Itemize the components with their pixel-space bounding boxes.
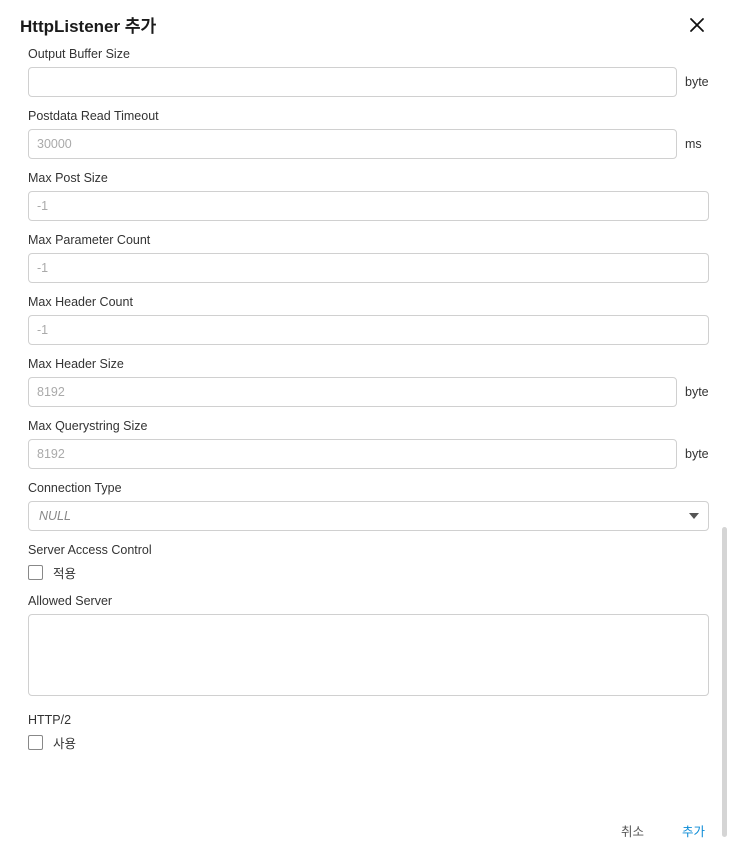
field-max-post-size: Max Post Size — [28, 171, 709, 221]
postdata-read-timeout-input[interactable] — [28, 129, 677, 159]
http-listener-dialog: HttpListener 추가 Output Buffer Size byte … — [0, 0, 729, 844]
dialog-title: HttpListener 추가 — [20, 12, 156, 37]
max-querystring-size-input[interactable] — [28, 439, 677, 469]
field-output-buffer-size: Output Buffer Size byte — [28, 47, 709, 97]
select-value: NULL — [39, 509, 71, 523]
field-label: Connection Type — [28, 481, 709, 495]
input-row: byte — [28, 377, 709, 407]
unit-label: ms — [685, 137, 709, 151]
input-row — [28, 253, 709, 283]
allowed-server-textarea[interactable] — [28, 614, 709, 696]
field-label: Max Header Size — [28, 357, 709, 371]
close-button[interactable] — [685, 13, 709, 37]
cancel-button[interactable]: 취소 — [617, 819, 648, 842]
checkbox-row: 사용 — [28, 733, 709, 752]
close-icon — [689, 21, 705, 36]
checkbox-label: 적용 — [53, 563, 76, 582]
max-post-size-input[interactable] — [28, 191, 709, 221]
scrollbar-thumb[interactable] — [722, 527, 727, 837]
field-label: Max Querystring Size — [28, 419, 709, 433]
field-label: Allowed Server — [28, 594, 709, 608]
dialog-content: Output Buffer Size byte Postdata Read Ti… — [0, 47, 729, 801]
input-row — [28, 191, 709, 221]
field-label: HTTP/2 — [28, 713, 709, 727]
unit-label: byte — [685, 385, 709, 399]
server-access-control-checkbox[interactable] — [28, 565, 43, 580]
field-label: Server Access Control — [28, 543, 709, 557]
input-row: byte — [28, 439, 709, 469]
max-header-size-input[interactable] — [28, 377, 677, 407]
input-row — [28, 315, 709, 345]
field-label: Postdata Read Timeout — [28, 109, 709, 123]
scroll-container: Output Buffer Size byte Postdata Read Ti… — [0, 47, 729, 801]
checkbox-label: 사용 — [53, 733, 76, 752]
max-header-count-input[interactable] — [28, 315, 709, 345]
field-label: Max Header Count — [28, 295, 709, 309]
field-label: Max Post Size — [28, 171, 709, 185]
field-max-querystring-size: Max Querystring Size byte — [28, 419, 709, 469]
submit-button[interactable]: 추가 — [678, 819, 709, 842]
connection-type-select-wrap: NULL — [28, 501, 709, 531]
field-http2: HTTP/2 사용 — [28, 713, 709, 752]
dialog-header: HttpListener 추가 — [0, 0, 729, 47]
field-label: Max Parameter Count — [28, 233, 709, 247]
dialog-footer: 취소 추가 — [0, 801, 729, 844]
input-row: ms — [28, 129, 709, 159]
field-max-parameter-count: Max Parameter Count — [28, 233, 709, 283]
http2-checkbox[interactable] — [28, 735, 43, 750]
input-row: NULL — [28, 501, 709, 531]
input-row: byte — [28, 67, 709, 97]
unit-label: byte — [685, 447, 709, 461]
unit-label: byte — [685, 75, 709, 89]
field-label: Output Buffer Size — [28, 47, 709, 61]
field-connection-type: Connection Type NULL — [28, 481, 709, 531]
field-max-header-count: Max Header Count — [28, 295, 709, 345]
field-allowed-server: Allowed Server — [28, 594, 709, 701]
field-server-access-control: Server Access Control 적용 — [28, 543, 709, 582]
output-buffer-size-input[interactable] — [28, 67, 677, 97]
field-postdata-read-timeout: Postdata Read Timeout ms — [28, 109, 709, 159]
scrollbar-track[interactable] — [721, 47, 727, 755]
max-parameter-count-input[interactable] — [28, 253, 709, 283]
connection-type-select[interactable]: NULL — [28, 501, 709, 531]
checkbox-row: 적용 — [28, 563, 709, 582]
field-max-header-size: Max Header Size byte — [28, 357, 709, 407]
